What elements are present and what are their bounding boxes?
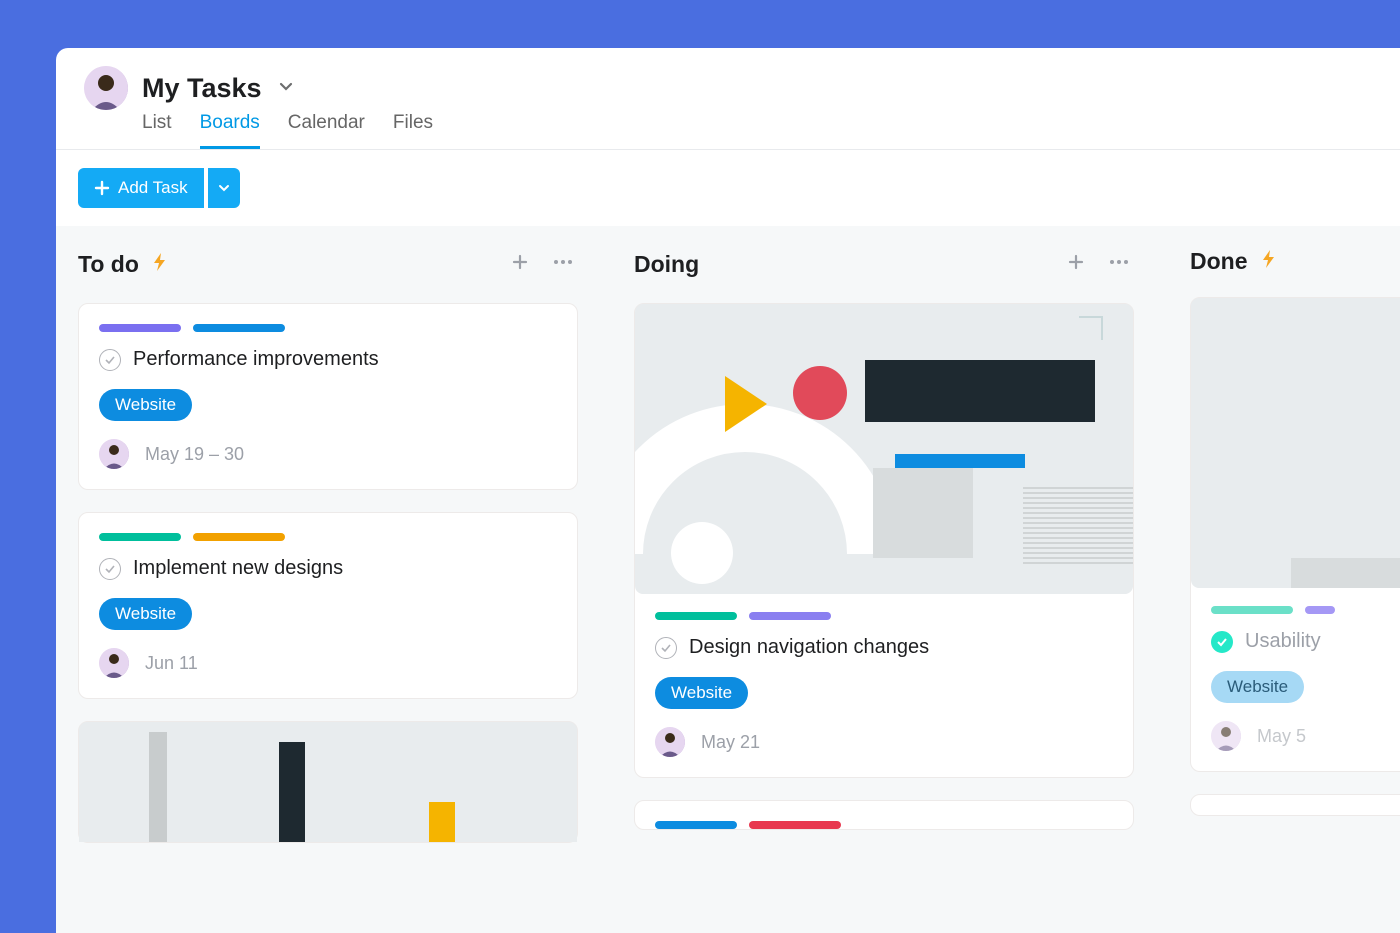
card-project-bars — [655, 821, 1113, 829]
column-menu-icon[interactable] — [548, 248, 578, 281]
task-card[interactable] — [1190, 794, 1400, 816]
due-date: May 19 – 30 — [145, 444, 244, 465]
add-task-button[interactable]: Add Task — [78, 168, 204, 208]
project-bar — [749, 821, 841, 829]
task-title: Performance improvements — [133, 348, 379, 371]
column-doing: Doing — [634, 248, 1134, 933]
tag-pill[interactable]: Website — [655, 677, 748, 709]
tag-pill[interactable]: Website — [99, 389, 192, 421]
project-bar — [1305, 606, 1335, 614]
column-title: Done — [1190, 248, 1248, 275]
column-header: To do — [78, 248, 578, 281]
project-bar — [99, 324, 181, 332]
project-bar — [749, 612, 831, 620]
page-title: My Tasks — [142, 73, 262, 104]
column-title: To do — [78, 251, 139, 278]
add-card-icon[interactable] — [506, 248, 534, 281]
card-cover-image — [79, 722, 577, 842]
assignee-avatar[interactable] — [1211, 721, 1241, 751]
project-bar — [99, 533, 181, 541]
project-bar — [1211, 606, 1293, 614]
task-card[interactable]: Performance improvements Website May 19 … — [78, 303, 578, 490]
app-window: My Tasks List Boards Calendar Files Add … — [56, 48, 1400, 933]
assignee-avatar[interactable] — [655, 727, 685, 757]
column-menu-icon[interactable] — [1104, 248, 1134, 281]
card-project-bars — [1211, 606, 1400, 614]
card-project-bars — [655, 612, 1113, 620]
tab-list[interactable]: List — [142, 112, 172, 149]
card-cover-image — [1191, 298, 1400, 588]
column-todo: To do — [78, 248, 578, 933]
tag-pill[interactable]: Website — [1211, 671, 1304, 703]
task-card[interactable]: Implement new designs Website Jun 11 — [78, 512, 578, 699]
project-bar — [655, 612, 737, 620]
column-header: Doing — [634, 248, 1134, 281]
add-card-icon[interactable] — [1062, 248, 1090, 281]
tag-pill[interactable]: Website — [99, 598, 192, 630]
title-dropdown-icon[interactable] — [276, 76, 296, 101]
card-project-bars — [99, 324, 557, 332]
complete-task-icon[interactable] — [655, 637, 677, 659]
task-title: Usability — [1245, 630, 1321, 653]
task-card[interactable]: Design navigation changes Website May 21 — [634, 303, 1134, 778]
complete-task-icon[interactable] — [99, 349, 121, 371]
project-bar — [193, 533, 285, 541]
board-area: To do — [56, 226, 1400, 933]
column-title: Doing — [634, 251, 699, 278]
tab-boards[interactable]: Boards — [200, 112, 260, 149]
add-task-dropdown-button[interactable] — [208, 168, 240, 208]
chevron-down-icon — [217, 181, 231, 195]
complete-task-icon[interactable] — [99, 558, 121, 580]
assignee-avatar[interactable] — [99, 439, 129, 469]
page-header: My Tasks List Boards Calendar Files — [56, 48, 1400, 150]
plus-icon — [94, 180, 110, 196]
column-header: Done — [1190, 248, 1400, 275]
tab-calendar[interactable]: Calendar — [288, 112, 365, 149]
card-cover-image — [635, 304, 1133, 594]
tab-files[interactable]: Files — [393, 112, 433, 149]
task-title: Implement new designs — [133, 557, 343, 580]
lightning-icon[interactable] — [149, 251, 171, 278]
task-card[interactable] — [78, 721, 578, 843]
task-card[interactable]: Usability Website May 5 — [1190, 297, 1400, 772]
card-project-bars — [99, 533, 557, 541]
user-avatar[interactable] — [84, 66, 128, 110]
column-done: Done Usability — [1190, 248, 1400, 933]
task-card[interactable] — [634, 800, 1134, 830]
add-task-label: Add Task — [118, 178, 188, 198]
view-tabs: List Boards Calendar Files — [142, 112, 1372, 149]
task-title: Design navigation changes — [689, 636, 929, 659]
due-date: Jun 11 — [145, 653, 198, 674]
lightning-icon[interactable] — [1258, 248, 1280, 275]
project-bar — [655, 821, 737, 829]
due-date: May 21 — [701, 732, 760, 753]
assignee-avatar[interactable] — [99, 648, 129, 678]
due-date: May 5 — [1257, 726, 1306, 747]
project-bar — [193, 324, 285, 332]
toolbar: Add Task — [56, 150, 1400, 226]
complete-task-icon[interactable] — [1211, 631, 1233, 653]
